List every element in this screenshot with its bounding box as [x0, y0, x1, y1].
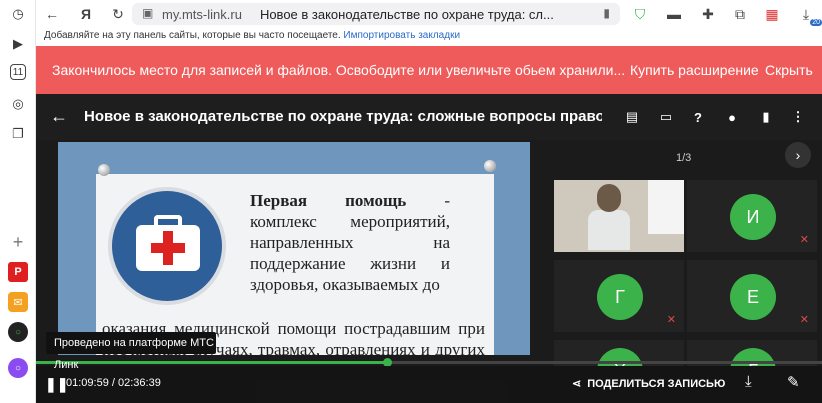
- chevron-right-icon: ›: [795, 147, 801, 163]
- address-bar[interactable]: ▣ my.mts-link.ru Новое в законодательств…: [132, 3, 620, 25]
- speaker-video-tile[interactable]: [554, 180, 684, 252]
- pause-icon[interactable]: ❚❚: [45, 376, 68, 393]
- document-icon[interactable]: ▮: [756, 107, 776, 127]
- app-red-icon[interactable]: P: [8, 262, 28, 282]
- download-icon[interactable]: ⤓: [745, 373, 752, 390]
- bookmarks-hint: Добавляйте на эту панель сайты, которые …: [44, 30, 341, 41]
- player-controls: ❚❚ 01:09:59 / 02:36:39 ⋖ ПОДЕЛИТЬСЯ ЗАПИС…: [36, 366, 822, 403]
- screen: ◷ ▶ 11 ◎ ❐ + P ✉ ○ ○ ← Я ↻ ▣ my.mts-link…: [0, 0, 822, 403]
- browser-toolbar: ← Я ↻ ▣ my.mts-link.ru Новое в законодат…: [36, 0, 822, 28]
- yandex-logo-icon[interactable]: Я: [76, 4, 96, 24]
- buy-extension-button[interactable]: Купить расширение: [630, 62, 759, 78]
- current-time: 01:09:59: [66, 377, 109, 389]
- first-aid-kit-icon: [108, 187, 226, 305]
- playback-progress-bar[interactable]: [36, 358, 822, 367]
- question-icon[interactable]: ?: [688, 107, 708, 127]
- mic-off-icon: ✕: [799, 314, 809, 326]
- assistant-icon[interactable]: ○: [8, 358, 28, 378]
- platform-tooltip: Проведено на платформе МТС Линк: [46, 332, 216, 371]
- video-play-icon[interactable]: ▶: [8, 34, 28, 54]
- participant-tile[interactable]: И ✕: [687, 180, 817, 252]
- puzzle-icon[interactable]: ✚: [698, 4, 718, 24]
- time-display: 01:09:59 / 02:36:39: [66, 377, 161, 389]
- participant-avatar: И: [730, 194, 776, 240]
- import-bookmarks-link[interactable]: Импортировать закладки: [343, 30, 460, 41]
- player-header: ← Новое в законодательстве по охране тру…: [36, 94, 822, 140]
- url-page-title: Новое в законодательстве по охране труда…: [259, 6, 554, 22]
- chat-icon[interactable]: ▭: [656, 107, 676, 127]
- mail-icon[interactable]: ✉: [8, 292, 28, 312]
- pin-icon: [484, 160, 496, 172]
- share-icon: ⋖: [572, 378, 582, 390]
- agenda-icon[interactable]: ▤: [622, 107, 642, 127]
- banner-message: Закончилось место для записей и файлов. …: [52, 62, 626, 78]
- camera-icon[interactable]: ◎: [8, 94, 28, 114]
- participant-tile[interactable]: Е ✕: [687, 260, 817, 332]
- player-title: Новое в законодательстве по охране труда…: [84, 108, 602, 125]
- share-recording-button[interactable]: ⋖ ПОДЕЛИТЬСЯ ЗАПИСЬЮ: [572, 377, 725, 390]
- bookmarks-bar: Добавляйте на эту панель сайты, которые …: [36, 28, 822, 44]
- hide-banner-button[interactable]: Скрыть: [765, 62, 813, 78]
- reload-icon[interactable]: ↻: [108, 4, 128, 24]
- share-label: ПОДЕЛИТЬСЯ ЗАПИСЬЮ: [587, 378, 726, 390]
- presentation-slide: Первая помощь - комплекс мероприятий, на…: [58, 142, 530, 355]
- mic-off-icon: ✕: [666, 314, 676, 326]
- storage-banner: Закончилось место для записей и файлов. …: [36, 46, 822, 94]
- add-icon[interactable]: +: [8, 232, 28, 252]
- participant-avatar: Г: [597, 274, 643, 320]
- progress-fill: [36, 361, 388, 364]
- downloads-badge: 20: [810, 19, 822, 26]
- mic-off-icon: ✕: [799, 234, 809, 246]
- recording-player: ← Новое в законодательстве по охране тру…: [36, 94, 822, 403]
- participants-icon[interactable]: ●: [722, 107, 742, 127]
- edit-icon[interactable]: ✎: [787, 373, 800, 391]
- collections-icon[interactable]: ⧉: [730, 4, 750, 24]
- extension-icon[interactable]: ▬: [664, 4, 684, 24]
- browser-sidebar: ◷ ▶ 11 ◎ ❐ + P ✉ ○ ○: [0, 0, 36, 403]
- next-page-button[interactable]: ›: [785, 142, 811, 168]
- copy-icon[interactable]: ❐: [8, 124, 28, 144]
- calendar-day: 11: [12, 66, 24, 78]
- shield-icon[interactable]: ⛉: [630, 4, 650, 24]
- music-icon[interactable]: ○: [8, 322, 28, 342]
- app-grid-icon[interactable]: ▦: [762, 4, 782, 24]
- slide-term: Первая помощь: [250, 191, 407, 210]
- more-menu-icon[interactable]: ⋮: [788, 107, 808, 127]
- back-arrow-icon[interactable]: ←: [42, 4, 62, 24]
- back-arrow-icon[interactable]: ←: [50, 106, 68, 127]
- pin-icon: [98, 164, 110, 176]
- lock-icon: ▣: [142, 6, 154, 20]
- clock-icon[interactable]: ◷: [8, 4, 28, 24]
- downloads-icon[interactable]: ⤓ 20: [796, 4, 822, 26]
- calendar-icon[interactable]: 11: [10, 64, 26, 80]
- url-domain: my.mts-link.ru: [162, 6, 242, 22]
- participants-pager: 1/3: [676, 152, 692, 164]
- slide-text-main: Первая помощь - комплекс мероприятий, на…: [250, 190, 450, 295]
- participant-avatar: Е: [730, 274, 776, 320]
- total-time: 02:36:39: [118, 377, 161, 389]
- participant-tile[interactable]: Г ✕: [554, 260, 684, 332]
- bookmark-icon[interactable]: ▮: [603, 6, 610, 20]
